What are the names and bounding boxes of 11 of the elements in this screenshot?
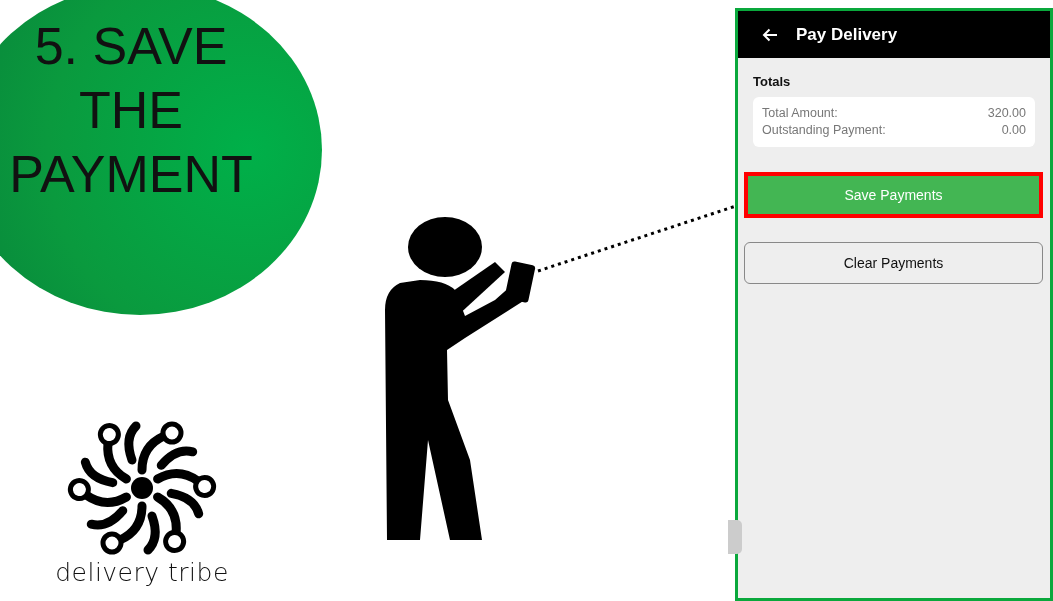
total-value: 320.00 (987, 106, 1026, 120)
screen-title: Pay Delivery (796, 24, 898, 45)
drawer-handle[interactable] (728, 520, 742, 554)
clear-button[interactable]: Clear Payments (744, 242, 1043, 284)
total-label: Outstanding Payment: (762, 123, 886, 137)
brand-name: delivery tribe (54, 558, 230, 587)
slide-heading: 5. SAVE THE PAYMENT (8, 16, 254, 205)
section-title: Totals (753, 74, 792, 89)
back-arrow-icon[interactable] (762, 27, 778, 42)
total-value: 0.00 (1001, 123, 1026, 137)
total-label: Total Amount: (762, 106, 838, 120)
